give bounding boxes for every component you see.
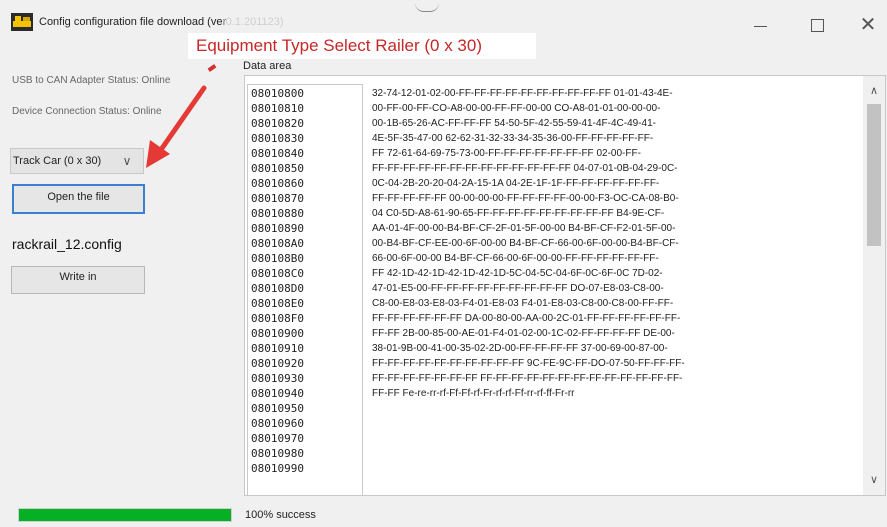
address-row: 08010990 [251, 462, 304, 475]
address-row: 08010970 [251, 432, 304, 445]
hex-data-line: FF-FF-FF-FF-FF-FF-FF FF-FF-FF-FF-FF-FF-F… [372, 373, 683, 384]
hex-data-line: 47-01-E5-00-FF-FF-FF-FF-FF-FF-FF-FF-FF D… [372, 283, 664, 294]
hex-data-line: 00-B4-BF-CF-EE-00-6F-00-00 B4-BF-CF-66-0… [372, 238, 679, 249]
progress-bar [18, 508, 232, 522]
address-row: 08010920 [251, 357, 304, 370]
address-row: 080108A0 [251, 237, 304, 250]
open-file-button[interactable]: Open the file [12, 184, 145, 214]
address-row: 08010940 [251, 387, 304, 400]
address-row: 08010830 [251, 132, 304, 145]
address-row: 08010890 [251, 222, 304, 235]
address-row: 080108C0 [251, 267, 304, 280]
chevron-down-icon: ∨ [122, 154, 132, 168]
address-row: 08010950 [251, 402, 304, 415]
hex-data-line: 4E-5F-35-47-00 62-62-31-32-33-34-35-36-0… [372, 133, 654, 144]
equipment-type-select[interactable]: Track Car (0 x 30) ∨ [10, 148, 144, 174]
hex-data-line: 0C-04-2B-20-20-04-2A-15-1A 04-2E-1F-1F-F… [372, 178, 660, 189]
equipment-type-value: Track Car (0 x 30) [13, 155, 102, 167]
address-row: 08010860 [251, 177, 304, 190]
address-row: 08010800 [251, 87, 304, 100]
hex-data-line: FF 42-1D-42-1D-42-1D-42-1D-5C-04-5C-04-6… [372, 268, 663, 279]
address-row: 08010880 [251, 207, 304, 220]
hex-data-line: 32-74-12-01-02-00-FF-FF-FF-FF-FF-FF-FF-F… [372, 88, 673, 99]
hex-data-line: C8-00-E8-03-E8-03-F4-01-E8-03 F4-01-E8-0… [372, 298, 674, 309]
scroll-down-icon[interactable]: ∨ [863, 473, 885, 489]
address-row: 08010840 [251, 147, 304, 160]
hex-data-text: 32-74-12-01-02-00-FF-FF-FF-FF-FF-FF-FF-F… [372, 86, 752, 401]
scroll-up-icon[interactable]: ∧ [863, 84, 885, 100]
address-column: 08010800 08010810 08010820 08010830 08010840… [247, 84, 363, 495]
address-row: 080108B0 [251, 252, 304, 265]
hex-data-line: FF-FF-FF-FF-FF-FF-FF-FF-FF-FF 9C-FE-9C-F… [372, 358, 685, 369]
address-row: 08010820 [251, 117, 304, 130]
maximize-button[interactable] [797, 10, 837, 40]
red-arrow-icon [146, 85, 207, 168]
address-row: 08010930 [251, 372, 304, 385]
hex-data-line: 04 C0-5D-A8-61-90-65-FF-FF-FF-FF-FF-FF-F… [372, 208, 665, 219]
address-list: 08010800 08010810 08010820 08010830 08010840… [248, 85, 362, 476]
window-title: Config configuration file download (ver [39, 16, 227, 28]
address-row: 08010960 [251, 417, 304, 430]
hex-data-line: 00-FF-00-FF-CO-A8-00-00-FF-FF-00-00 CO-A… [372, 103, 661, 114]
vertical-scrollbar[interactable]: ∧ ∨ [863, 76, 885, 495]
hex-data-line: FF-FF Fe-re-rr-rf-Ff-Ff-rf-Fr-rf-rf-Ff-r… [372, 388, 575, 399]
data-area-label: Data area [243, 60, 292, 72]
write-in-button[interactable]: Write in [11, 266, 145, 294]
close-button[interactable]: ✕ [852, 10, 884, 40]
hex-data-line: FF-FF-FF-FF-FF-FF-FF-FF-FF-FF-FF-FF-FF 0… [372, 163, 678, 174]
address-row: 08010910 [251, 342, 304, 355]
window-title-version: r0.1.201123) [222, 16, 284, 28]
top-arc-decoration [415, 3, 439, 12]
address-row: 080108E0 [251, 297, 304, 310]
hex-data-line: 66-00-6F-00-00 B4-BF-CF-66-00-6F-00-00-F… [372, 253, 659, 264]
hex-data-line: FF 72-61-64-69-75-73-00-FF-FF-FF-FF-FF-F… [372, 148, 641, 159]
hex-data-line: 38-01-9B-00-41-00-35-02-2D-00-FF-FF-FF-F… [372, 343, 668, 354]
address-row: 08010850 [251, 162, 304, 175]
scrollbar-thumb[interactable] [867, 104, 881, 246]
annotation-tick-mark [207, 64, 217, 72]
address-row: 08010900 [251, 327, 304, 340]
progress-fill [19, 509, 231, 521]
address-row: 08010870 [251, 192, 304, 205]
address-row: 080108F0 [251, 312, 304, 325]
hex-data-line: FF-FF-FF-FF-FF-FF DA-00-80-00-AA-00-2C-0… [372, 313, 681, 324]
address-row: 08010980 [251, 447, 304, 460]
minimize-button[interactable] [740, 10, 780, 40]
data-area[interactable]: 08010800 08010810 08010820 08010830 08010840… [244, 75, 886, 496]
download-status-text: 100% success [245, 509, 316, 521]
address-row: 080108D0 [251, 282, 304, 295]
hex-data-line: FF-FF 2B-00-85-00-AE-01-F4-01-02-00-1C-0… [372, 328, 675, 339]
hex-data-line: 00-1B-65-26-AC-FF-FF-FF 54-50-5F-42-55-5… [372, 118, 656, 129]
app-icon [11, 13, 33, 31]
hex-data-line: FF-FF-FF-FF-FF 00-00-00-00-FF-FF-FF-FF-0… [372, 193, 679, 204]
config-filename: rackrail_12.config [12, 236, 122, 252]
equipment-type-annotation: Equipment Type Select Railer (0 x 30) [188, 33, 536, 59]
address-row: 08010810 [251, 102, 304, 115]
hex-data-line: AA-01-4F-00-00-B4-BF-CF-2F-01-5F-00-00 B… [372, 223, 676, 234]
